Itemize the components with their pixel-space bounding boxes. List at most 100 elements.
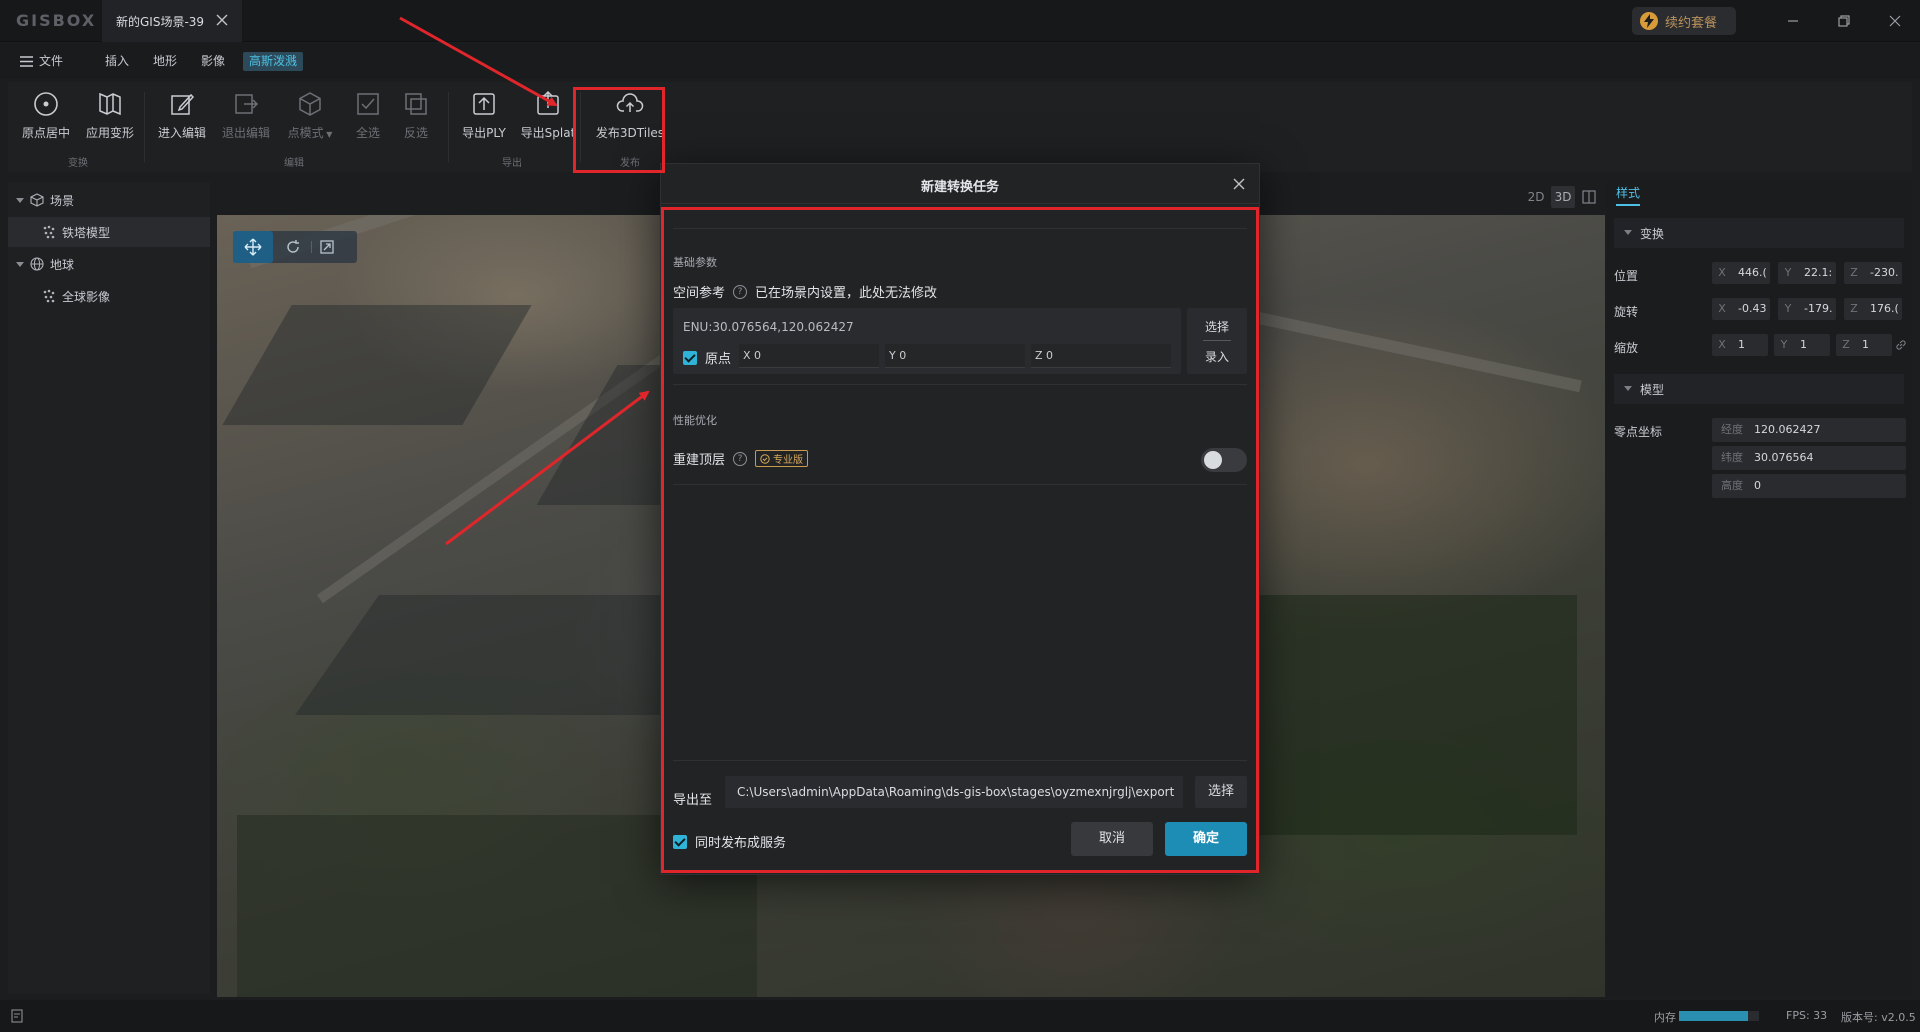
position-y-input[interactable]: Y 22.1:	[1778, 262, 1836, 284]
scale-tool-icon[interactable]	[319, 239, 335, 255]
position-x-input[interactable]: X 446.(	[1712, 262, 1770, 284]
rotation-x-input[interactable]: X -0.43	[1712, 298, 1770, 320]
group-export-label: 导出	[502, 158, 522, 169]
caret-down-icon	[16, 261, 24, 267]
axis-x-label: X	[1718, 338, 1726, 351]
view-mode-switcher: 2D 3D	[1524, 186, 1604, 208]
log-icon[interactable]	[10, 1009, 24, 1023]
tree-node-scene[interactable]: 场景	[8, 185, 210, 215]
latitude-input[interactable]: 纬度 30.076564	[1712, 446, 1906, 470]
export-ply-button[interactable]: 导出PLY	[452, 90, 516, 148]
center-origin-label: 原点居中	[21, 126, 70, 140]
export-splat-icon	[537, 90, 559, 115]
insert-menu[interactable]: 插入	[105, 52, 129, 71]
exit-edit-icon	[235, 94, 259, 114]
chevron-down-icon: ▼	[323, 130, 333, 139]
title-bar: GISBOX 新的GIS场景-39 续约套餐	[0, 0, 1920, 42]
terrain-menu[interactable]: 地形	[153, 52, 177, 71]
axis-z-label: Z	[1850, 302, 1858, 315]
close-window-icon[interactable]	[1886, 12, 1904, 30]
exit-edit-button[interactable]: 退出编辑	[214, 90, 278, 148]
export-splat-button[interactable]: 导出Splat	[516, 90, 580, 148]
point-mode-label: 点模式	[287, 126, 324, 140]
scene-tab[interactable]: 新的GIS场景-39	[102, 0, 242, 42]
restore-icon[interactable]	[1835, 12, 1853, 30]
axis-y-label: Y	[1780, 338, 1788, 351]
link-icon[interactable]	[1895, 339, 1907, 351]
imagery-layer-icon	[43, 289, 55, 303]
position-x-value: 446.(	[1738, 266, 1767, 279]
scale-y-input[interactable]: Y1	[1774, 334, 1830, 356]
height-input[interactable]: 高度 0	[1712, 474, 1906, 498]
split-view-icon[interactable]	[1582, 190, 1596, 204]
renew-plan-button[interactable]: 续约套餐	[1632, 7, 1736, 35]
point-mode-dropdown[interactable]: 点模式 ▼	[278, 90, 342, 148]
exit-edit-label: 退出编辑	[221, 126, 270, 140]
tree-label-tower-model: 铁塔模型	[62, 225, 111, 240]
axis-y-label: Y	[1784, 266, 1792, 279]
scale-y-value: 1	[1800, 338, 1807, 351]
tree-node-tower-model[interactable]: 铁塔模型	[8, 217, 210, 247]
status-bar: 内存 FPS: 33 版本号: v2.0.5	[0, 1000, 1920, 1032]
app-logo: GISBOX	[16, 11, 97, 30]
scale-z-input[interactable]: Z1	[1836, 334, 1892, 356]
latitude-value: 30.076564	[1754, 451, 1814, 464]
ribbon-toolbar: 原点居中 应用变形 进入编辑 退出编辑 点模式 ▼ 全选 反选 导出PLY 导出…	[8, 82, 1912, 172]
select-all-label: 全选	[355, 126, 380, 140]
axis-x-label: X	[1718, 266, 1726, 279]
lightning-icon	[1640, 12, 1658, 30]
target-icon	[34, 92, 58, 116]
scale-label: 缩放	[1614, 341, 1639, 355]
invert-selection-button[interactable]: 反选	[392, 90, 440, 148]
minimize-icon[interactable]	[1784, 12, 1802, 30]
globe-icon	[30, 257, 44, 271]
position-z-input[interactable]: Z -230.	[1844, 262, 1902, 284]
invert-label: 反选	[403, 126, 428, 140]
enter-edit-label: 进入编辑	[157, 126, 206, 140]
transform-section-title: 变换	[1640, 226, 1665, 241]
export-ply-label: 导出PLY	[462, 126, 506, 140]
axis-x-label: X	[1718, 302, 1726, 315]
toolbar-separator	[144, 92, 145, 162]
origin-coord-label: 零点坐标	[1614, 425, 1663, 439]
view-mode-2d[interactable]: 2D	[1524, 186, 1548, 208]
scale-x-input[interactable]: X1	[1712, 334, 1768, 356]
model-section-title: 模型	[1640, 382, 1665, 397]
center-origin-button[interactable]: 原点居中	[14, 90, 78, 148]
dialog-header: 新建转换任务	[661, 164, 1259, 204]
tree-node-globe[interactable]: 地球	[8, 249, 210, 279]
longitude-input[interactable]: 经度 120.062427	[1712, 418, 1906, 442]
hamburger-icon	[20, 56, 33, 67]
apply-transform-button[interactable]: 应用变形	[78, 90, 142, 148]
close-dialog-icon[interactable]	[1229, 174, 1249, 194]
memory-label: 内存	[1654, 1011, 1676, 1024]
enter-edit-button[interactable]: 进入编辑	[150, 90, 214, 148]
file-menu[interactable]: 文件	[20, 52, 63, 71]
toolbar-separator	[448, 92, 449, 162]
cube-icon	[299, 92, 321, 116]
annotation-box-publish	[573, 87, 665, 173]
tool-divider	[311, 241, 312, 253]
close-tab-icon[interactable]	[214, 12, 230, 28]
tab-style[interactable]: 样式	[1616, 184, 1641, 206]
select-all-button[interactable]: 全选	[344, 90, 392, 148]
group-transform-label: 变换	[68, 158, 88, 169]
rotate-tool-icon[interactable]	[285, 239, 301, 255]
view-mode-3d[interactable]: 3D	[1551, 186, 1575, 208]
move-tool-button[interactable]	[233, 231, 273, 263]
model-section-header[interactable]: 模型	[1614, 374, 1904, 404]
tree-node-global-imagery[interactable]: 全球影像	[8, 281, 210, 311]
height-value: 0	[1754, 479, 1761, 492]
transform-section-header[interactable]: 变换	[1614, 218, 1904, 248]
menu-bar: 文件 插入 地形 影像 高斯泼溅	[0, 43, 1920, 79]
tree-label-scene: 场景	[50, 193, 75, 208]
imagery-menu[interactable]: 影像	[201, 52, 225, 71]
file-menu-label: 文件	[39, 54, 64, 68]
properties-panel: 样式 变换 位置 X 446.( Y 22.1: Z -230. 旋转 X -0.43 …	[1606, 180, 1912, 994]
rotation-y-input[interactable]: Y -179.	[1778, 298, 1836, 320]
caret-down-icon	[1624, 230, 1632, 235]
rotation-z-input[interactable]: Z 176.(	[1844, 298, 1902, 320]
axis-z-label: Z	[1850, 266, 1858, 279]
gaussian-splat-menu[interactable]: 高斯泼溅	[243, 52, 304, 71]
scene-tree-panel: 场景 铁塔模型 地球 全球影像	[8, 182, 210, 994]
